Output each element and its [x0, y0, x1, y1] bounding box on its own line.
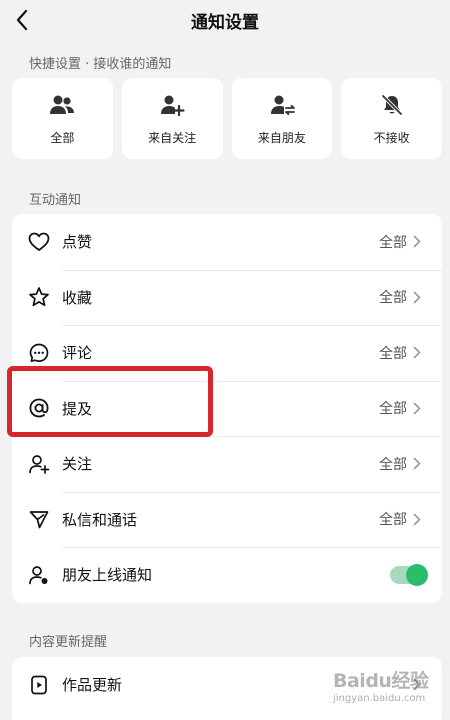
heart-icon	[28, 231, 50, 253]
chevron-right-icon	[413, 235, 425, 249]
setting-row-mentions[interactable]: 提及 全部	[12, 380, 442, 437]
setting-row-follows[interactable]: 关注 全部	[12, 436, 442, 492]
quick-option-label: 来自朋友	[257, 131, 306, 145]
setting-row-friend-online: 朋友上线通知	[12, 547, 442, 603]
user-add-icon	[28, 453, 50, 475]
user-online-icon	[28, 564, 50, 586]
chevron-right-icon	[413, 512, 425, 526]
interaction-section-label: 互动通知	[29, 193, 82, 208]
top-bar: 通知设置	[0, 0, 450, 40]
chevron-right-icon	[413, 401, 425, 415]
content-updates-section-label: 内容更新提醒	[29, 635, 108, 650]
users-icon	[48, 91, 76, 119]
toggle-knob	[406, 563, 428, 586]
quick-option-following[interactable]: 来自关注	[121, 78, 223, 159]
setting-value: 全部	[379, 345, 407, 362]
setting-label: 朋友上线通知	[62, 566, 153, 585]
setting-label: 提及	[62, 399, 93, 418]
comment-icon	[28, 342, 50, 364]
setting-label: 评论	[62, 344, 93, 363]
chevron-right-icon	[413, 678, 425, 692]
setting-value: 全部	[379, 401, 407, 418]
setting-label: 作品更新	[62, 676, 123, 695]
chevron-right-icon	[413, 457, 425, 471]
chevron-right-icon	[413, 290, 425, 304]
quick-option-friends[interactable]: 来自朋友	[231, 78, 333, 159]
setting-value: 全部	[379, 290, 407, 307]
setting-row-messages[interactable]: 私信和通话 全部	[12, 491, 442, 548]
setting-value: 全部	[379, 512, 407, 529]
setting-value: 全部	[379, 456, 407, 473]
user-swap-icon	[268, 91, 296, 119]
quick-option-all[interactable]: 全部	[12, 78, 113, 159]
quick-settings-label: 快捷设置 · 接收谁的通知	[29, 57, 172, 72]
quick-option-label: 来自关注	[148, 131, 197, 145]
video-icon	[28, 674, 50, 696]
at-icon	[28, 397, 50, 419]
quick-settings-row: 全部 来自关注 来自朋友 不接收	[12, 78, 442, 159]
setting-row-likes[interactable]: 点赞 全部	[12, 214, 442, 270]
bell-off-icon	[378, 91, 406, 119]
page-title: 通知设置	[191, 13, 259, 33]
star-icon	[28, 286, 50, 308]
content-updates-card: 作品更新	[12, 657, 442, 720]
setting-row-comments[interactable]: 评论 全部	[12, 325, 442, 381]
setting-label: 点赞	[62, 233, 93, 252]
quick-option-label: 全部	[50, 131, 75, 145]
setting-label: 关注	[62, 455, 93, 474]
quick-option-label: 不接收	[373, 131, 410, 145]
user-plus-icon	[158, 91, 186, 119]
setting-label: 私信和通话	[62, 510, 138, 529]
friend-online-toggle[interactable]	[390, 563, 428, 586]
setting-row-works-update[interactable]: 作品更新	[12, 657, 442, 713]
setting-value: 全部	[379, 234, 407, 251]
send-icon	[28, 508, 50, 530]
setting-row-favorites[interactable]: 收藏 全部	[12, 269, 442, 326]
interaction-card: 点赞 全部 收藏 全部 评论 全部 提及 全部 关注 全部 私信和通话 全部 朋…	[12, 214, 442, 603]
setting-label: 收藏	[62, 288, 93, 307]
chevron-right-icon	[413, 346, 425, 360]
quick-option-none[interactable]: 不接收	[341, 78, 442, 159]
